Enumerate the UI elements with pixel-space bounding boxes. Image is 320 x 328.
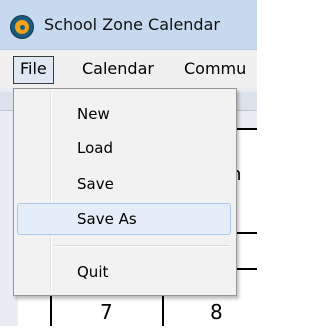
app-icon-center [20, 25, 25, 30]
menu-communication[interactable]: Commu [184, 56, 246, 82]
menu-bar: File Calendar Commu [0, 50, 257, 88]
menu-item-label: New [77, 105, 110, 123]
calendar-day-cell[interactable]: 8 [210, 300, 223, 324]
menu-item-save-as[interactable]: Save As [17, 203, 231, 235]
file-menu-dropdown: New Load Save Save As Quit [13, 88, 237, 296]
menu-item-label: Load [77, 139, 113, 157]
menu-file[interactable]: File [13, 56, 54, 84]
calendar-day-cell[interactable]: 7 [100, 300, 113, 324]
menu-item-quit[interactable]: Quit [17, 257, 231, 287]
menu-item-load[interactable]: Load [17, 133, 231, 163]
menu-item-save[interactable]: Save [17, 169, 231, 199]
menu-calendar[interactable]: Calendar [82, 56, 154, 82]
app-icon[interactable] [11, 16, 33, 38]
menu-item-label: Save As [77, 210, 137, 228]
menu-item-label: Save [77, 175, 114, 193]
window-title: School Zone Calendar [44, 15, 220, 34]
title-bar: School Zone Calendar [0, 0, 257, 50]
menu-separator-highlight [54, 246, 230, 247]
menu-item-label: Quit [77, 263, 109, 281]
menu-item-new[interactable]: New [17, 99, 231, 129]
